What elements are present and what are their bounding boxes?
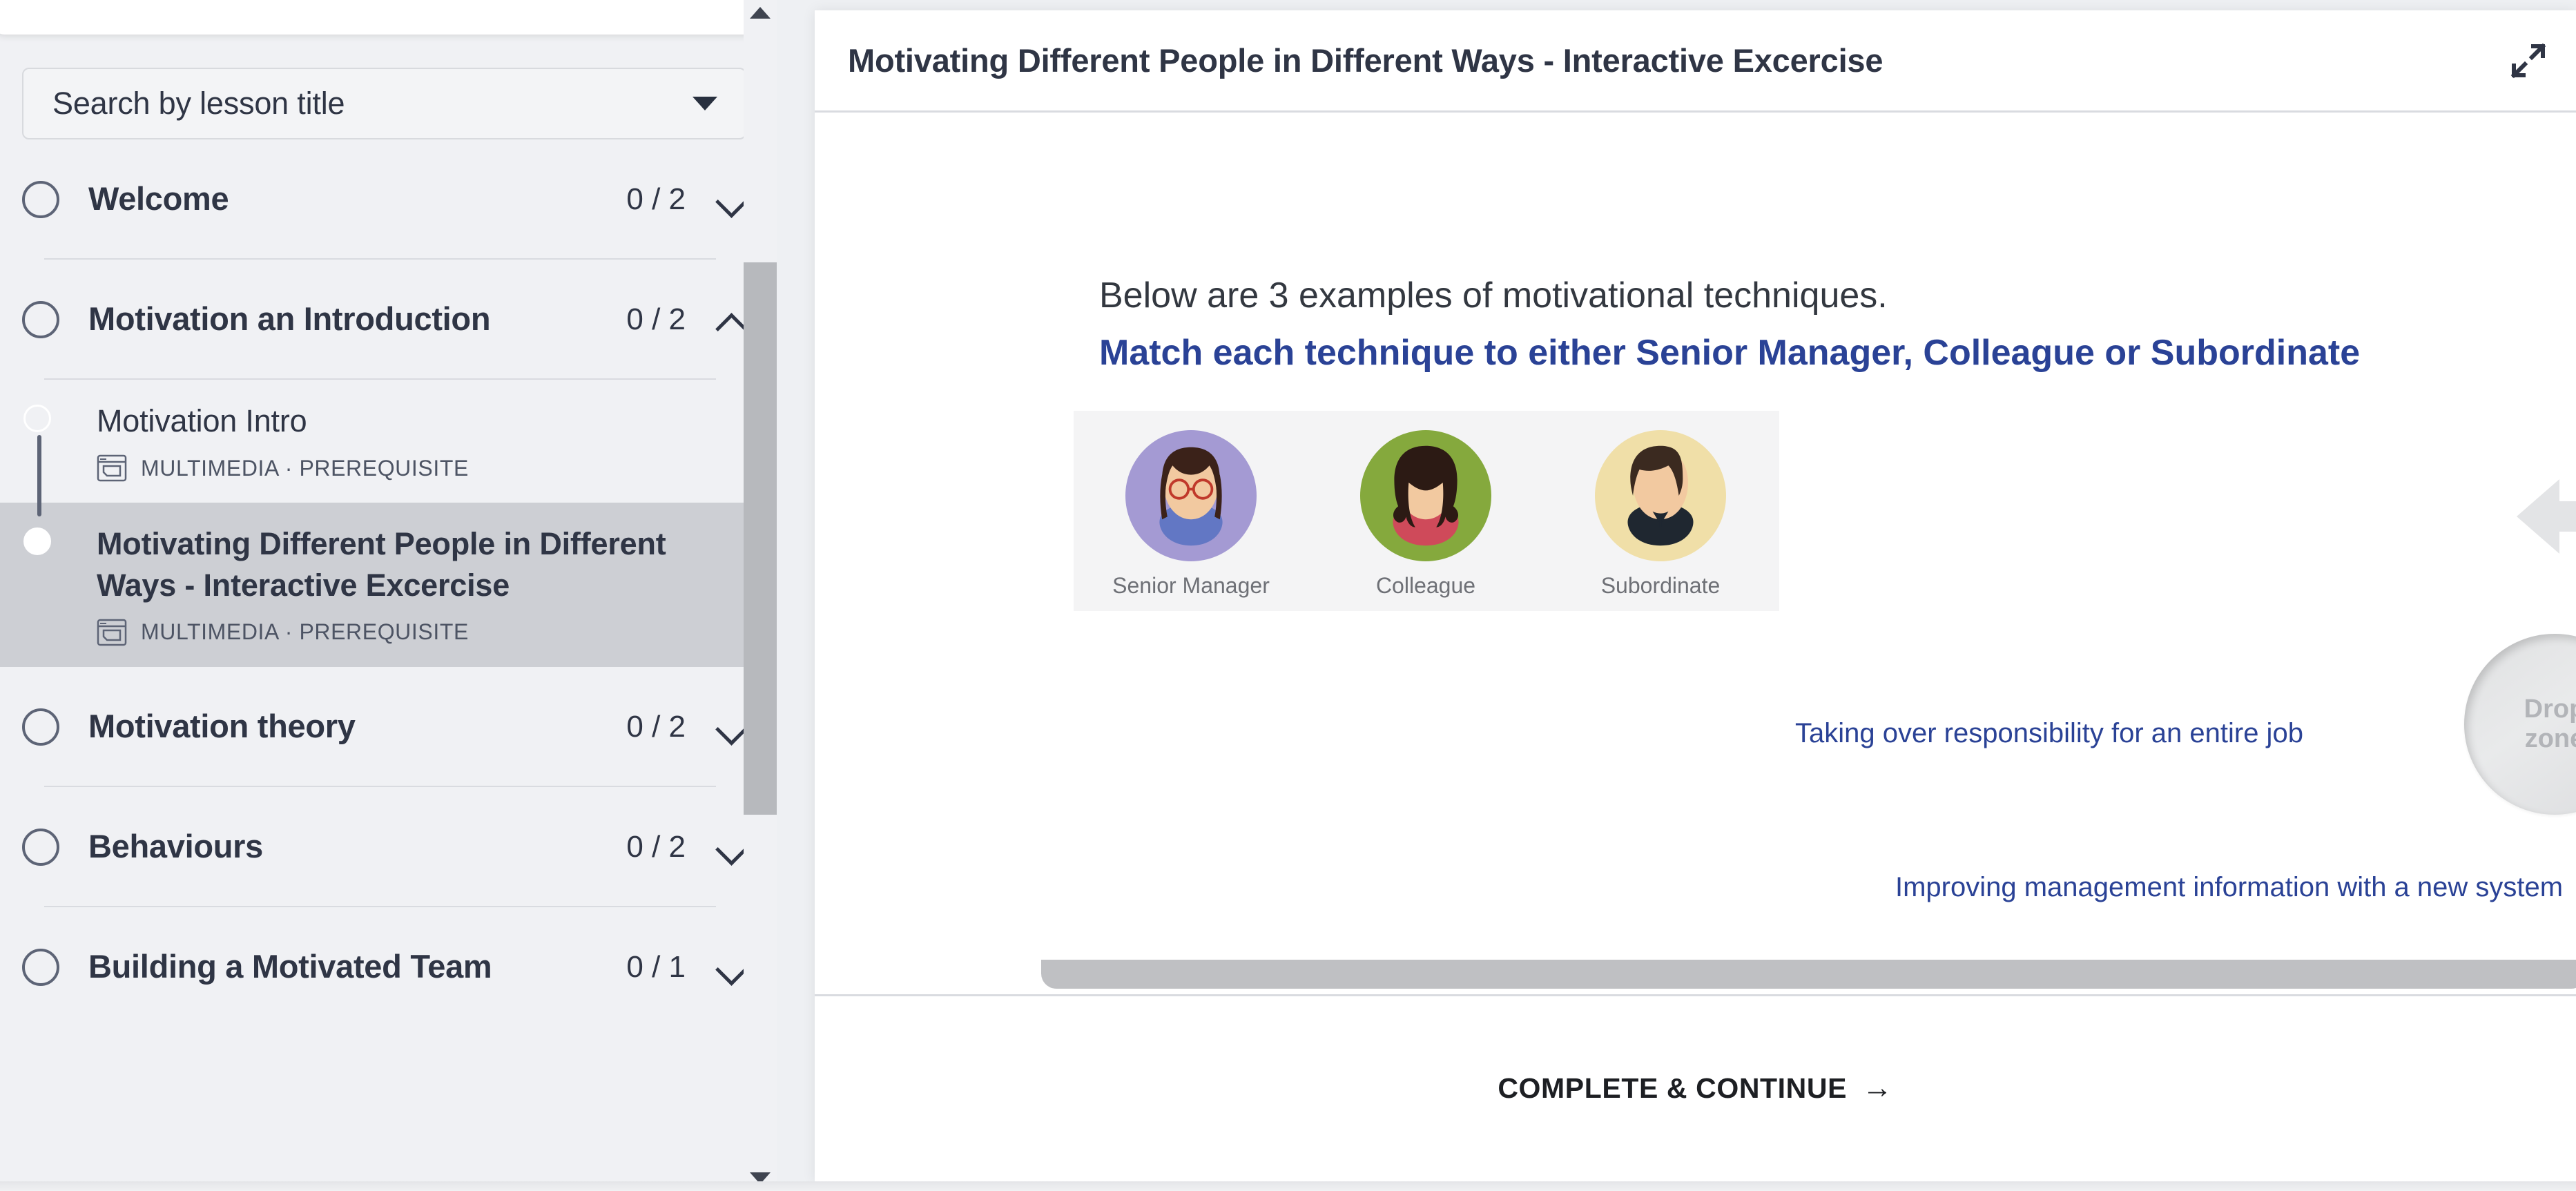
sidebar-lesson-motivation-intro[interactable]: Motivation Intro MULTIMEDIA · PREREQUISI… (0, 380, 777, 503)
person-label: Subordinate (1600, 573, 1721, 598)
section-count: 0 / 2 (626, 302, 686, 337)
lesson-content-panel: Motivating Different People in Different… (815, 10, 2576, 1182)
section-count: 0 / 2 (626, 182, 686, 216)
complete-label: COMPLETE & CONTINUE (1498, 1072, 1848, 1104)
lesson-meta: MULTIMEDIA · PREREQUISITE (97, 619, 735, 646)
lesson-body: Motivation Intro MULTIMEDIA · PREREQUISI… (97, 400, 510, 482)
person-senior-manager[interactable]: Senior Manager (1074, 430, 1308, 599)
lesson-meta: MULTIMEDIA · PREREQUISITE (97, 454, 469, 482)
sidebar-section-motivation-an-introduction[interactable]: Motivation an Introduction 0 / 2 (22, 260, 746, 378)
lesson-meta-text: MULTIMEDIA · PREREQUISITE (141, 619, 469, 645)
chevron-down-icon[interactable] (716, 186, 746, 217)
person-subordinate[interactable]: Subordinate (1543, 430, 1778, 599)
exercise-horizontal-scrollbar[interactable] (1041, 960, 2576, 989)
lesson-status-dot-active (23, 527, 51, 556)
sidebar-lesson-motivating-different-people[interactable]: Motivating Different People in Different… (0, 503, 777, 667)
lesson-body: Motivating Different People in Different… (97, 523, 777, 646)
lesson-title: Motivation Intro (97, 403, 307, 439)
right-arrow-icon: → (1862, 1071, 1893, 1105)
course-player-page: Search by lesson title Welcome 0 / 2 Mot… (0, 0, 2576, 1191)
interactive-exercise-viewport: Below are 3 examples of motivational tec… (815, 113, 2576, 996)
search-input-placeholder: Search by lesson title (52, 86, 345, 121)
section-title: Motivation an Introduction (88, 300, 491, 338)
content-header: Motivating Different People in Different… (815, 10, 2576, 113)
chevron-up-icon[interactable] (716, 307, 746, 337)
drop-zone-line2: zone (2524, 724, 2576, 753)
expand-diagonal-icon[interactable] (2507, 39, 2550, 82)
sidebar-lesson-list: Motivation Intro MULTIMEDIA · PREREQUISI… (0, 380, 777, 667)
chevron-down-icon[interactable] (716, 954, 746, 985)
person-label: Colleague (1375, 573, 1476, 598)
sidebar-scrollbar-thumb[interactable] (744, 262, 777, 815)
section-title: Building a Motivated Team (88, 948, 492, 985)
lesson-status-dot (23, 405, 51, 433)
person-colleague[interactable]: Colleague (1308, 430, 1543, 599)
lesson-dot-wrap (22, 400, 59, 433)
sidebar-section-behaviours[interactable]: Behaviours 0 / 2 (22, 787, 746, 906)
exercise-instruction-line: Match each technique to either Senior Ma… (1099, 333, 2361, 373)
sidebar-sections: Welcome 0 / 2 Motivation an Introduction… (0, 139, 746, 380)
section-title: Welcome (88, 180, 229, 217)
multimedia-icon (97, 619, 127, 646)
drop-zone[interactable]: Dropzone (2464, 634, 2576, 815)
lesson-dot-wrap (22, 523, 59, 556)
exercise-intro-line: Below are 3 examples of motivational tec… (1099, 275, 1888, 316)
chevron-down-icon[interactable] (716, 834, 746, 864)
search-select[interactable]: Search by lesson title (22, 68, 746, 139)
course-sidebar: Search by lesson title Welcome 0 / 2 Mot… (0, 0, 777, 1191)
section-progress-circle (22, 829, 59, 866)
left-arrow-icon (2517, 479, 2576, 554)
page-title: Motivating Different People in Different… (848, 42, 1883, 79)
sidebar-section-motivation-theory[interactable]: Motivation theory 0 / 2 (22, 667, 746, 786)
lesson-connector-line (37, 435, 41, 517)
colleague-avatar-icon (1360, 430, 1491, 561)
section-title: Behaviours (88, 828, 263, 864)
page-bottom-strip (0, 1181, 2576, 1191)
lesson-title: Motivating Different People in Different… (97, 526, 666, 603)
section-progress-circle (22, 301, 59, 339)
sidebar-top-card (0, 0, 769, 35)
multimedia-icon (97, 454, 127, 482)
person-label: Senior Manager (1112, 573, 1270, 598)
interactive-exercise-stage: Below are 3 examples of motivational tec… (815, 113, 2576, 994)
section-progress-circle (22, 181, 59, 218)
sidebar-scrollbar[interactable] (744, 0, 777, 1191)
sidebar-section-welcome[interactable]: Welcome 0 / 2 (22, 139, 746, 258)
section-progress-circle (22, 949, 59, 987)
section-count: 0 / 2 (626, 709, 686, 744)
complete-and-continue-button[interactable]: COMPLETE & CONTINUE → (1498, 1071, 1892, 1105)
drop-zone-line1: Drop (2524, 695, 2576, 724)
sidebar-content: Search by lesson title Welcome 0 / 2 Mot… (0, 41, 777, 1026)
subordinate-avatar-icon (1595, 430, 1726, 561)
section-title: Motivation theory (88, 707, 356, 744)
technique-item[interactable]: Taking over responsibility for an entire… (1795, 718, 2303, 749)
sidebar-sections-lower: Motivation theory 0 / 2 Behaviours 0 / 2… (0, 667, 746, 1026)
section-count: 0 / 2 (626, 830, 686, 864)
section-count: 0 / 1 (626, 950, 686, 985)
scroll-up-arrow-icon[interactable] (750, 7, 771, 19)
content-footer: COMPLETE & CONTINUE → (815, 996, 2576, 1180)
chevron-down-icon[interactable] (716, 714, 746, 744)
people-strip: Senior Manager Colleague Subordinate (1074, 411, 1779, 611)
lesson-meta-text: MULTIMEDIA · PREREQUISITE (141, 455, 469, 481)
section-progress-circle (22, 708, 59, 746)
technique-item[interactable]: Improving management information with a … (1895, 872, 2563, 903)
sidebar-section-building-a-motivated-team[interactable]: Building a Motivated Team 0 / 1 (22, 907, 746, 1026)
senior-manager-avatar-icon (1125, 430, 1257, 561)
chevron-down-icon (693, 97, 717, 110)
